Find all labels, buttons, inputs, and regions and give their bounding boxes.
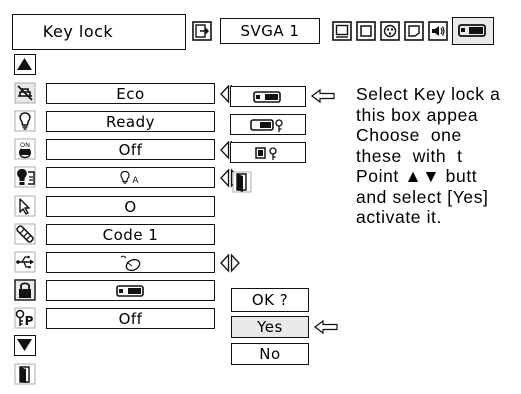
submenu-exit-icon[interactable] — [232, 171, 252, 193]
position-icon[interactable] — [332, 21, 352, 41]
remote-control-value[interactable]: Code 1 — [46, 224, 215, 245]
instruction-line: these with t — [356, 145, 463, 166]
instruction-line: Choose one — [356, 125, 462, 145]
instruction-text: Select Key lock a this box appea Choose … — [356, 84, 521, 234]
pointer-icon — [14, 195, 36, 217]
key-lock-remote-option[interactable] — [230, 114, 306, 135]
usb-mouse-value[interactable] — [46, 252, 215, 273]
key-lock-projector-option[interactable] — [230, 86, 306, 107]
power-management-value[interactable]: Off — [46, 139, 215, 160]
pin-code-lock-icon: P — [14, 307, 36, 329]
lamp-mode-value[interactable]: Eco — [46, 83, 215, 104]
key-lock-icon — [14, 279, 36, 301]
scroll-up-button[interactable] — [14, 54, 36, 75]
key-lock-off-option[interactable] — [230, 142, 306, 163]
usb-arrows-icon[interactable] — [219, 253, 241, 273]
bulb-icon — [14, 110, 36, 132]
exit-menu-icon[interactable] — [192, 21, 212, 41]
remote-lock-icon — [250, 118, 283, 132]
instruction-line: this box appea — [356, 104, 479, 125]
screen-icon[interactable] — [356, 21, 376, 41]
yes-pointer-icon — [314, 319, 338, 335]
instruction-line: activate it. — [356, 207, 442, 227]
svg-text:A: A — [132, 176, 139, 186]
svg-text:ON: ON — [20, 141, 30, 149]
menu-title: Key lock — [42, 22, 114, 41]
scroll-down-button[interactable] — [14, 335, 36, 356]
key-lock-value[interactable] — [46, 280, 215, 301]
no-lock-icon — [255, 146, 277, 160]
lamp-counter-value[interactable]: A — [46, 167, 215, 188]
lamp-counter-symbol-icon: A — [119, 170, 139, 186]
confirm-no-button[interactable]: No — [231, 343, 309, 365]
instruction-line: and select [Yes] — [356, 186, 489, 207]
usb-icon — [14, 251, 36, 273]
svg-text:P: P — [25, 314, 34, 328]
lamp-mode-icon — [14, 82, 36, 104]
confirm-question: OK ? — [231, 288, 309, 312]
pin-code-lock-value[interactable]: Off — [46, 308, 215, 329]
remote-control-icon — [14, 223, 36, 245]
sound-icon[interactable] — [428, 21, 448, 41]
confirm-yes-button[interactable]: Yes — [231, 316, 309, 338]
input-mode-label: SVGA 1 — [220, 18, 320, 44]
instruction-line: Select Key lock a — [356, 84, 501, 104]
lamp-counter-icon — [14, 166, 36, 188]
instruction-line: Point ▲▼ butt — [356, 166, 478, 186]
setting-menu-tab[interactable] — [452, 17, 494, 45]
image-adjust-icon[interactable] — [380, 21, 400, 41]
power-management-icon: ON — [14, 138, 36, 160]
image-select-icon[interactable] — [404, 21, 424, 41]
projector-lock-icon — [253, 90, 281, 103]
projector-icon — [115, 284, 144, 297]
menu-title-box: Key lock — [12, 14, 186, 50]
pointer-value[interactable]: O — [46, 196, 215, 217]
standby-mode-value[interactable]: Ready — [46, 111, 215, 132]
exit-door-icon[interactable] — [14, 363, 36, 385]
selection-pointer-icon — [311, 88, 335, 104]
mouse-icon — [120, 255, 140, 271]
